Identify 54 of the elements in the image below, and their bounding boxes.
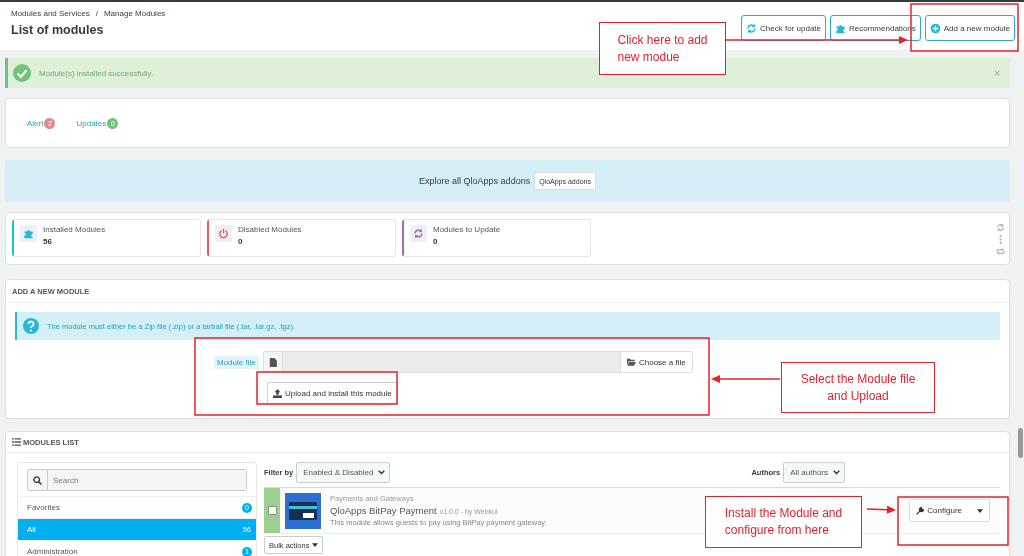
toolbar-button[interactable]: Check for update [741,15,827,41]
chevron-icon [833,470,840,475]
help-icon [23,318,39,334]
breadcrumb-separator: / [95,9,98,18]
kpi-value: 56 [43,237,53,246]
puzzle-icon [23,228,34,239]
toolbar-button[interactable]: Add a new module [924,15,1015,41]
wrench-icon [916,506,925,515]
card-icon [285,492,321,529]
folder-icon [627,358,636,366]
field-label: Module file [214,355,259,369]
repeat-icon [996,247,1005,256]
refresh-icon [746,22,758,34]
kpi-label: Modules to Update [433,225,501,234]
caret-icon [977,508,983,513]
search-icon [33,475,42,485]
annotation-callout: Select the Module file and Upload [781,362,935,413]
module-name: QloApps BitPay Payment [330,505,437,516]
category-name: Favorites [27,503,60,512]
kpi-label: Installed Modules [43,225,106,234]
category-name: All [27,525,36,534]
search-field[interactable]: Search [27,469,247,491]
configure-button[interactable]: Configure [909,499,990,522]
annotation-callout: Click here to add new modue [599,22,726,75]
kpi-label: Disabled Modules [238,225,302,234]
annotation-arrow [866,505,896,514]
banner-text: Explore all QloApps addons [419,176,531,186]
breadcrumb-link[interactable]: Manage Modules [103,9,166,18]
authors-select[interactable]: All authors [783,462,845,483]
choose-file-button[interactable]: Choose a file [620,352,692,372]
refresh-icon [413,228,424,239]
row-checkbox[interactable] [267,506,277,515]
chevron-icon [378,470,386,475]
annotation-arrow [711,375,781,383]
power-icon [218,228,229,239]
file-input[interactable]: Choose a file [262,351,693,373]
list-icon [12,438,21,446]
add-icon [929,22,941,34]
refresh-icon [996,223,1005,232]
breadcrumb-link[interactable]: Modules and Services [11,9,90,18]
kpi-value: 0 [238,237,244,246]
annotation-callout: Install the Module and configure from here [705,496,862,548]
category-name: Administration [27,547,78,556]
alert-message: Module(s) installed successfully. [39,68,155,78]
file-icon [268,357,277,367]
upload-button[interactable]: Upload and install this module [267,382,398,404]
puzzle-icon [835,22,847,34]
filter-select[interactable]: Enabled & Disabled [296,462,391,483]
upload-icon [273,388,282,398]
caret-icon [312,543,319,547]
scrollbar-thumb[interactable] [1018,428,1023,458]
page-title: List of modules [11,23,105,37]
check-icon [13,64,31,82]
kpi-value: 0 [433,237,439,246]
